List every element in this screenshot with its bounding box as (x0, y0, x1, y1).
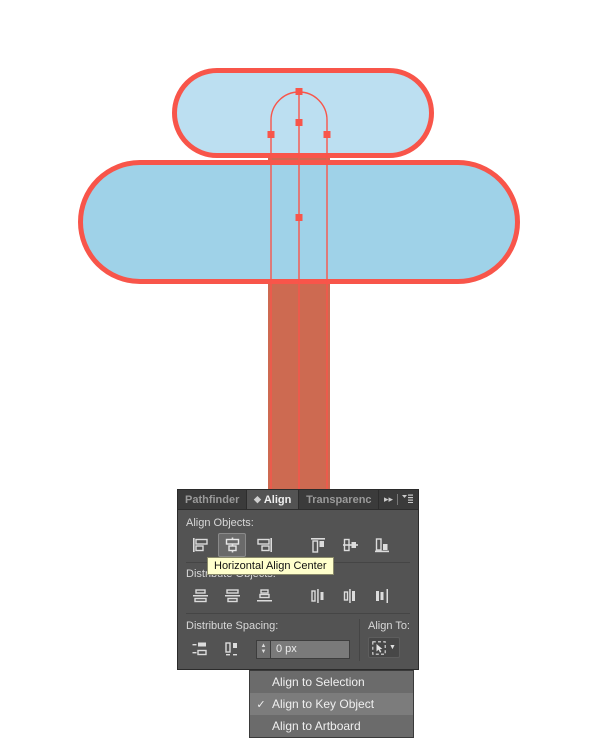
vertical-distribute-center-button[interactable] (218, 584, 246, 608)
upper-rounded-rect-shape[interactable] (172, 68, 434, 158)
distribute-spacing-label: Distribute Spacing: (186, 620, 279, 632)
align-to-dropdown-arrow-icon[interactable]: ▼ (389, 644, 396, 651)
spacing-value-input[interactable]: 0 px (271, 640, 349, 658)
stepper-down-icon[interactable]: ▼ (261, 649, 267, 655)
tab-grip-icon: ◆ (253, 494, 261, 504)
align-objects-label: Align Objects: (186, 517, 254, 529)
panel-menu-icon[interactable] (402, 494, 413, 505)
panel-header-buttons: ▸▸ (378, 490, 418, 509)
align-to-key-object-icon (372, 640, 386, 655)
align-to-label: Align To: (368, 620, 410, 632)
menu-item-align-to-key-object[interactable]: ✓ Align to Key Object (250, 693, 413, 715)
align-objects-button-row (186, 533, 410, 557)
panel-body: Align Objects: Distribute Spacing: ▲ ▼ 0… (178, 510, 418, 669)
tab-align[interactable]: ◆ Align (246, 490, 300, 509)
tab-align-label: Align (263, 493, 292, 506)
lower-rounded-rect-shape[interactable] (78, 160, 520, 284)
vertical-distribute-spacing-button[interactable] (186, 637, 214, 661)
align-panel: Pathfinder ◆ Align Transparenc ▸▸ Align … (178, 490, 418, 669)
horizontal-align-center-button[interactable] (218, 533, 246, 557)
align-to-key-object-button[interactable]: ▼ (368, 637, 400, 658)
horizontal-align-right-button[interactable] (250, 533, 278, 557)
spacing-stepper[interactable]: ▲ ▼ 0 px (256, 639, 350, 659)
spacing-stepper-arrows[interactable]: ▲ ▼ (257, 640, 271, 658)
align-to-section: Align To: ▼ (368, 619, 410, 658)
artwork-area (0, 0, 600, 500)
menu-item-label: Align to Selection (272, 675, 365, 689)
panel-tab-bar: Pathfinder ◆ Align Transparenc ▸▸ (178, 490, 418, 510)
horizontal-distribute-left-button[interactable] (304, 584, 332, 608)
horizontal-distribute-center-button[interactable] (336, 584, 364, 608)
menu-item-label: Align to Artboard (272, 719, 361, 733)
tab-transparency-label: Transparenc (306, 493, 372, 506)
tab-transparency[interactable]: Transparenc (299, 490, 379, 509)
header-divider (397, 494, 398, 505)
vertical-align-top-button[interactable] (304, 533, 332, 557)
menu-item-align-to-artboard[interactable]: Align to Artboard (250, 715, 413, 737)
vertical-distribute-top-button[interactable] (186, 584, 214, 608)
vertical-align-bottom-button[interactable] (368, 533, 396, 557)
tooltip-text: Horizontal Align Center (214, 560, 327, 572)
align-to-divider (359, 619, 360, 661)
expand-panel-icon[interactable]: ▸▸ (384, 495, 393, 504)
horizontal-distribute-spacing-button[interactable] (218, 637, 246, 661)
distribute-objects-button-row (186, 585, 410, 607)
vertical-align-center-button[interactable] (336, 533, 364, 557)
tab-pathfinder[interactable]: Pathfinder (178, 490, 247, 509)
align-to-dropdown-menu: Align to Selection ✓ Align to Key Object… (249, 670, 414, 738)
tooltip: Horizontal Align Center (207, 557, 334, 575)
tab-pathfinder-label: Pathfinder (185, 493, 240, 506)
illustrator-canvas: Pathfinder ◆ Align Transparenc ▸▸ Align … (0, 0, 600, 756)
section-divider-2 (186, 613, 410, 614)
menu-item-align-to-selection[interactable]: Align to Selection (250, 671, 413, 693)
menu-check-icon: ✓ (256, 698, 266, 711)
vertical-distribute-bottom-button[interactable] (250, 584, 278, 608)
horizontal-align-left-button[interactable] (186, 533, 214, 557)
panel-menu-glyph (402, 494, 413, 504)
horizontal-distribute-right-button[interactable] (368, 584, 396, 608)
distribute-spacing-row: ▲ ▼ 0 px (186, 637, 351, 661)
menu-item-label: Align to Key Object (272, 697, 375, 711)
